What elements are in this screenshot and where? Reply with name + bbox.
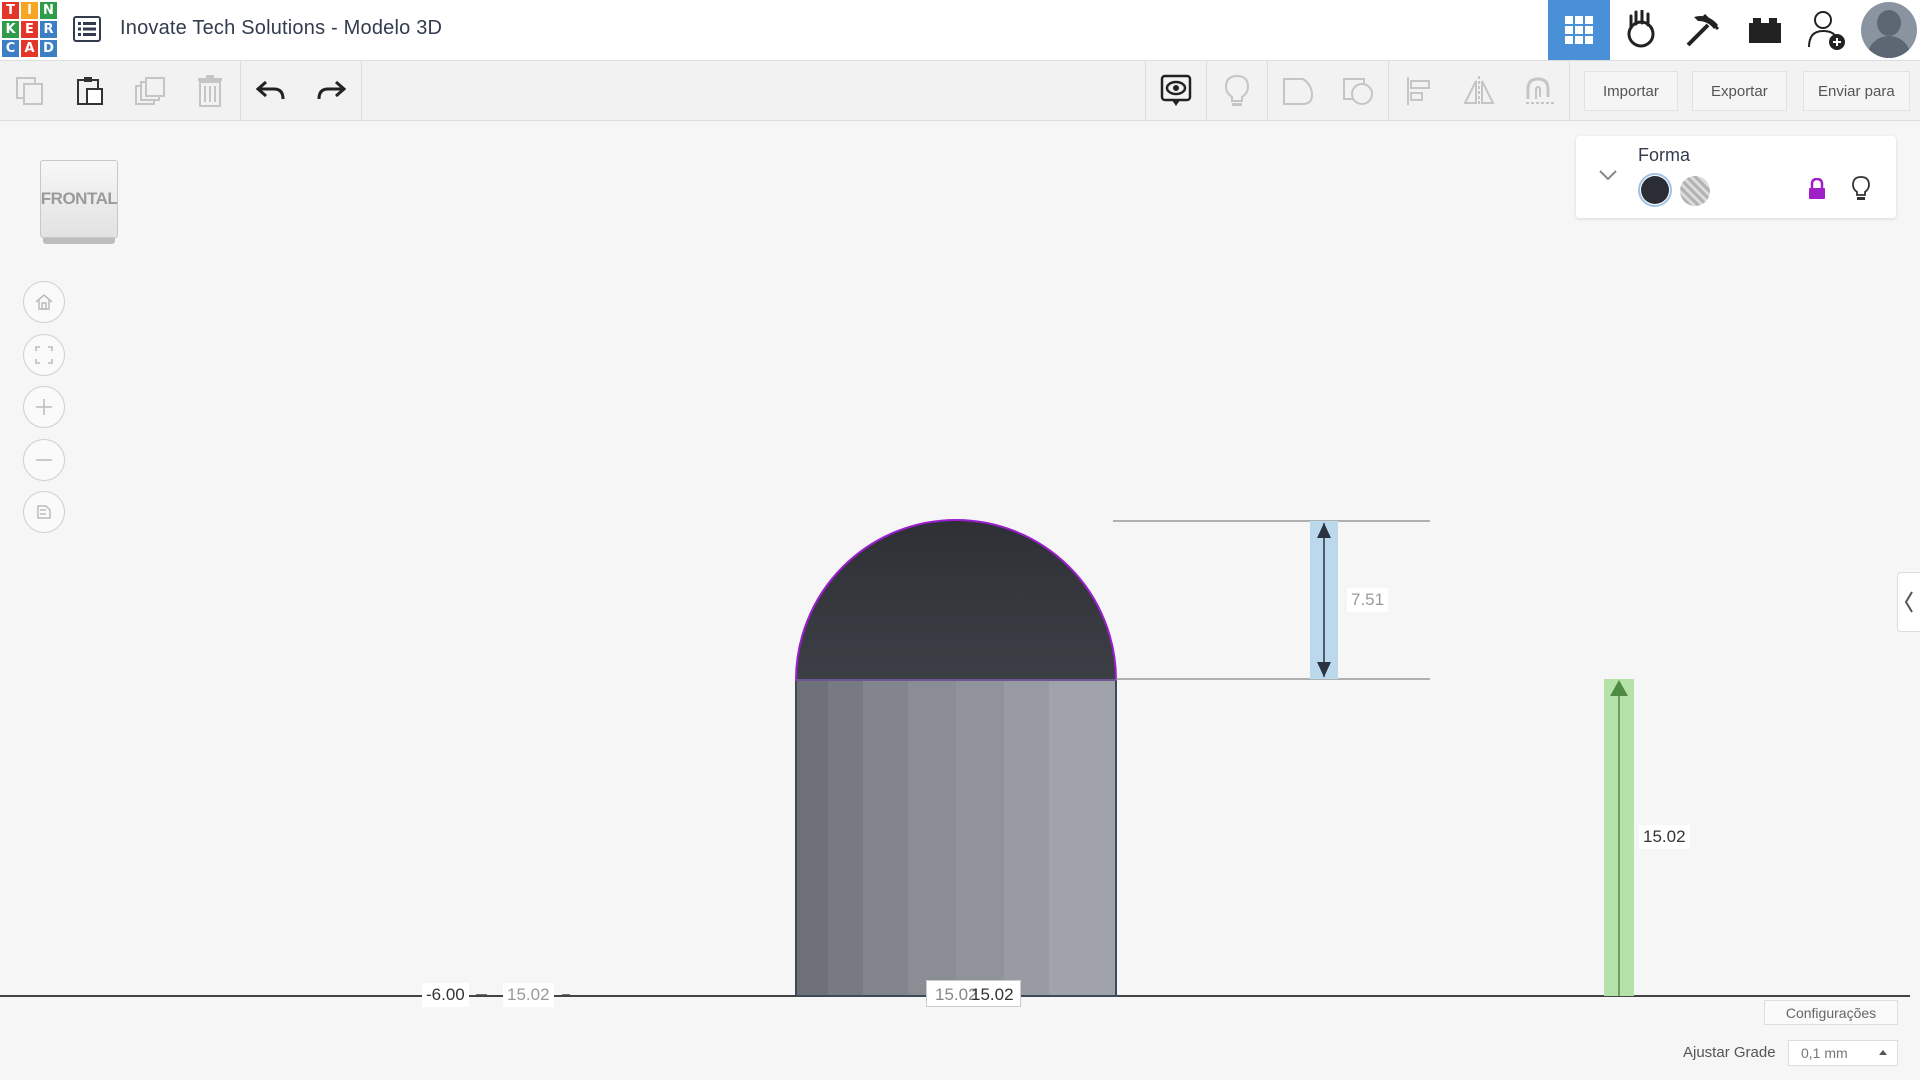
dome-height-label[interactable]: 7.51 [1347, 588, 1389, 612]
lock-button[interactable] [1808, 177, 1826, 205]
cylinder-shape[interactable] [795, 679, 1117, 997]
tinkercad-editor: TINKERCAD Inovate Tech Solutions - Model… [0, 0, 1920, 1080]
hole-swatch[interactable] [1680, 176, 1710, 206]
solid-color-fill [1641, 176, 1669, 204]
lock-icon [1809, 177, 1825, 199]
chevron-down-icon [1599, 170, 1617, 181]
snap-grid-select[interactable]: 0,1 mm [1788, 1040, 1898, 1066]
hide-shape-button[interactable] [1852, 176, 1870, 207]
solid-color-swatch[interactable] [1638, 173, 1672, 207]
caret-up-icon [1879, 1050, 1887, 1055]
light-bulb-icon [1852, 176, 1870, 200]
bottom-width-box[interactable]: 15.02 15.02 [926, 980, 1021, 1007]
expand-sidebar-button[interactable] [1897, 572, 1920, 632]
collapse-panel-button[interactable] [1598, 168, 1618, 186]
left-offset-label[interactable]: -6.00 [422, 983, 469, 1007]
shape-inspector-panel: Forma [1576, 136, 1896, 218]
settings-button[interactable]: Configurações [1764, 1000, 1898, 1025]
snap-grid-value: 0,1 mm [1801, 1045, 1848, 1061]
panel-title: Forma [1638, 145, 1691, 165]
chevron-left-icon [1904, 591, 1913, 613]
half-sphere-shape[interactable] [794, 519, 1118, 681]
left-width-label[interactable]: 15.02 [503, 983, 554, 1007]
snap-grid-label: Ajustar Grade [1683, 1044, 1776, 1061]
bottom-width-label-b: 15.02 [971, 985, 1014, 1004]
elevation-label[interactable]: 15.02 [1639, 825, 1690, 849]
